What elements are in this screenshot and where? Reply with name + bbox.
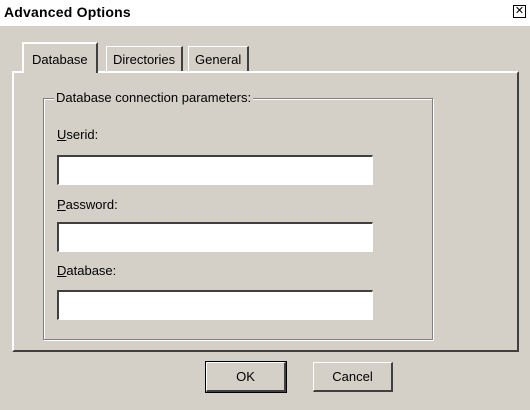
database-label-text: atabase: [66,263,117,278]
userid-mnemonic: U [57,127,67,142]
userid-label-text: serid: [66,127,99,142]
advanced-options-dialog: Advanced Options ✕ Database Directories … [0,0,530,410]
cancel-button[interactable]: Cancel [313,362,393,392]
ok-button[interactable]: OK [205,361,287,393]
password-field[interactable] [57,222,373,252]
password-mnemonic: P [57,197,66,212]
database-field[interactable] [57,290,373,320]
tab-directories[interactable]: Directories [106,46,184,71]
title-bar: Advanced Options ✕ [0,0,530,26]
database-label: Database: [57,263,116,278]
tab-panel-database: Database connection parameters: Userid: … [12,71,519,352]
password-label: Password: [57,197,118,212]
tab-database[interactable]: Database [22,42,98,73]
password-label-text: assword: [65,197,118,212]
connection-parameters-group: Database connection parameters: Userid: … [43,90,433,340]
database-mnemonic: D [57,263,67,278]
close-icon[interactable]: ✕ [513,5,526,18]
window-title: Advanced Options [4,4,131,20]
userid-label: Userid: [57,127,98,142]
tab-general[interactable]: General [188,46,250,71]
userid-field[interactable] [57,155,373,185]
group-title: Database connection parameters: [54,90,254,105]
